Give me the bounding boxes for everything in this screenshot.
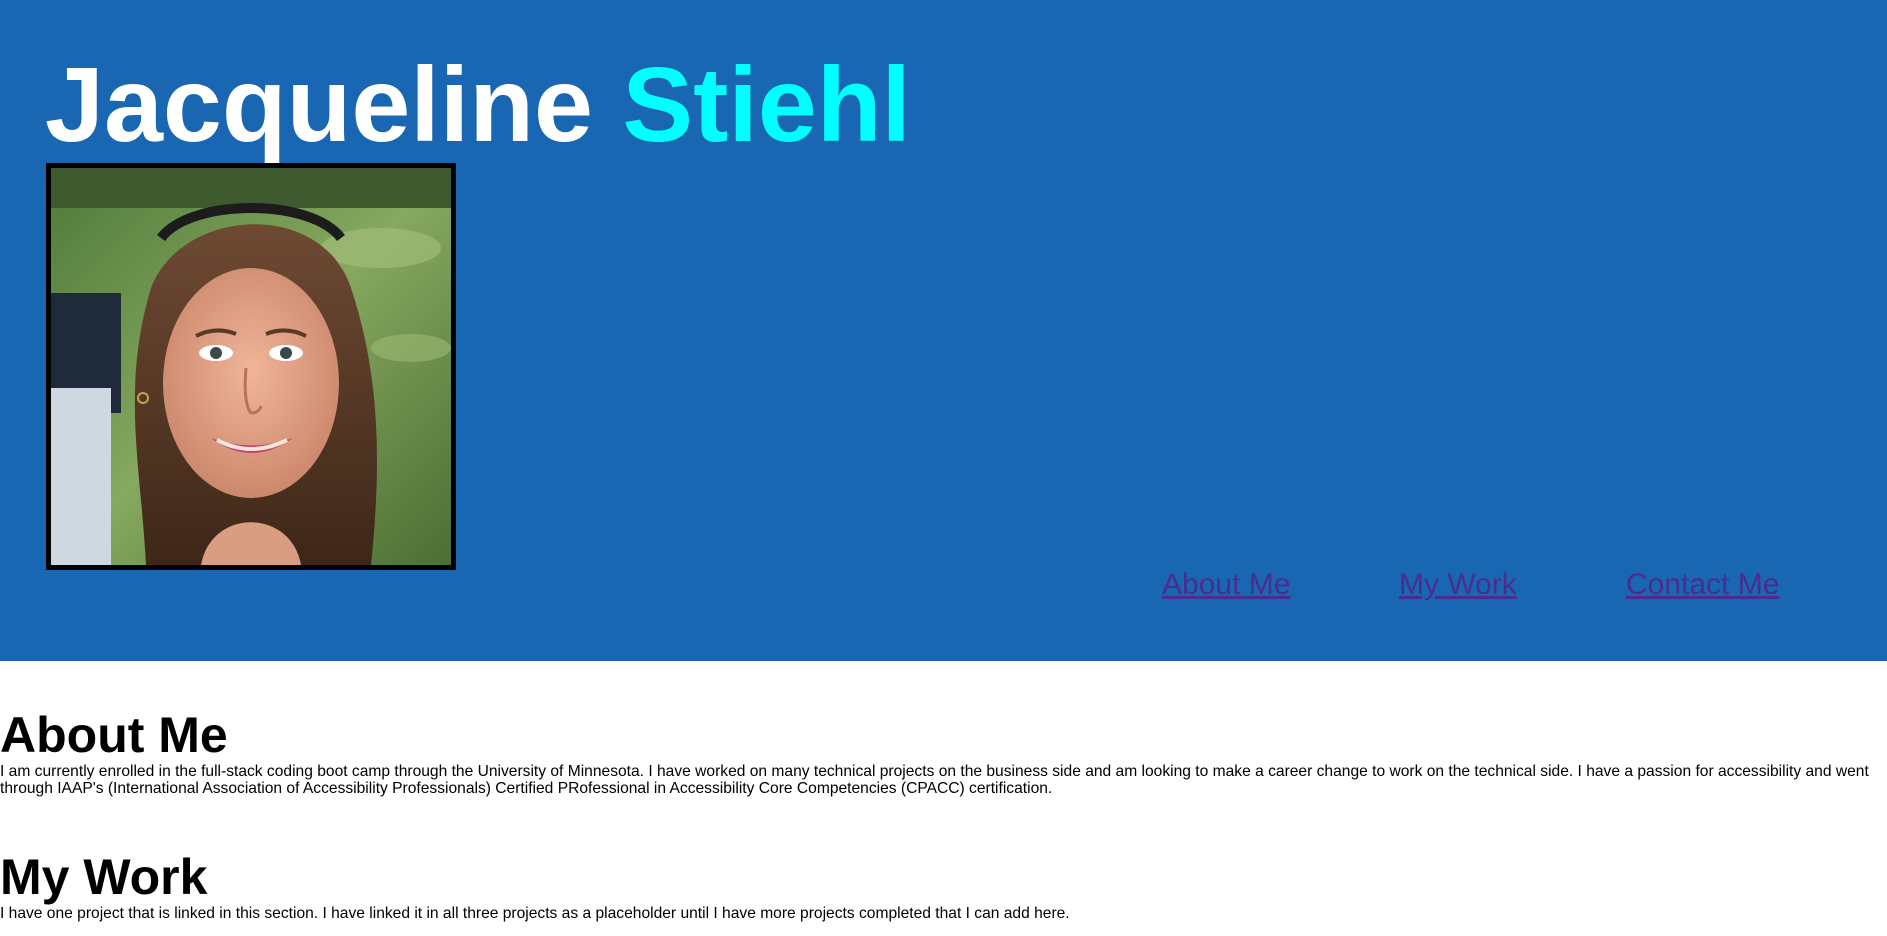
about-heading: About Me	[0, 707, 228, 763]
last-name: Stiehl	[622, 46, 911, 164]
first-name: Jacqueline	[45, 46, 593, 164]
about-section: About Me I am currently enrolled in the …	[0, 707, 1887, 797]
nav-link-contact-me[interactable]: Contact Me	[1626, 563, 1779, 607]
work-heading: My Work	[0, 849, 208, 905]
nav-link-about-me[interactable]: About Me	[1162, 563, 1290, 607]
page-title: Jacqueline Stiehl	[45, 40, 911, 170]
work-text: I have one project that is linked in thi…	[0, 905, 1070, 922]
nav-link-my-work[interactable]: My Work	[1399, 563, 1517, 607]
about-text: I am currently enrolled in the full-stac…	[0, 763, 1869, 797]
site-header: Jacqueline Stiehl About Me My Work Conta…	[0, 0, 1887, 661]
work-section: My Work I have one project that is linke…	[0, 849, 1887, 922]
profile-photo	[46, 163, 456, 570]
